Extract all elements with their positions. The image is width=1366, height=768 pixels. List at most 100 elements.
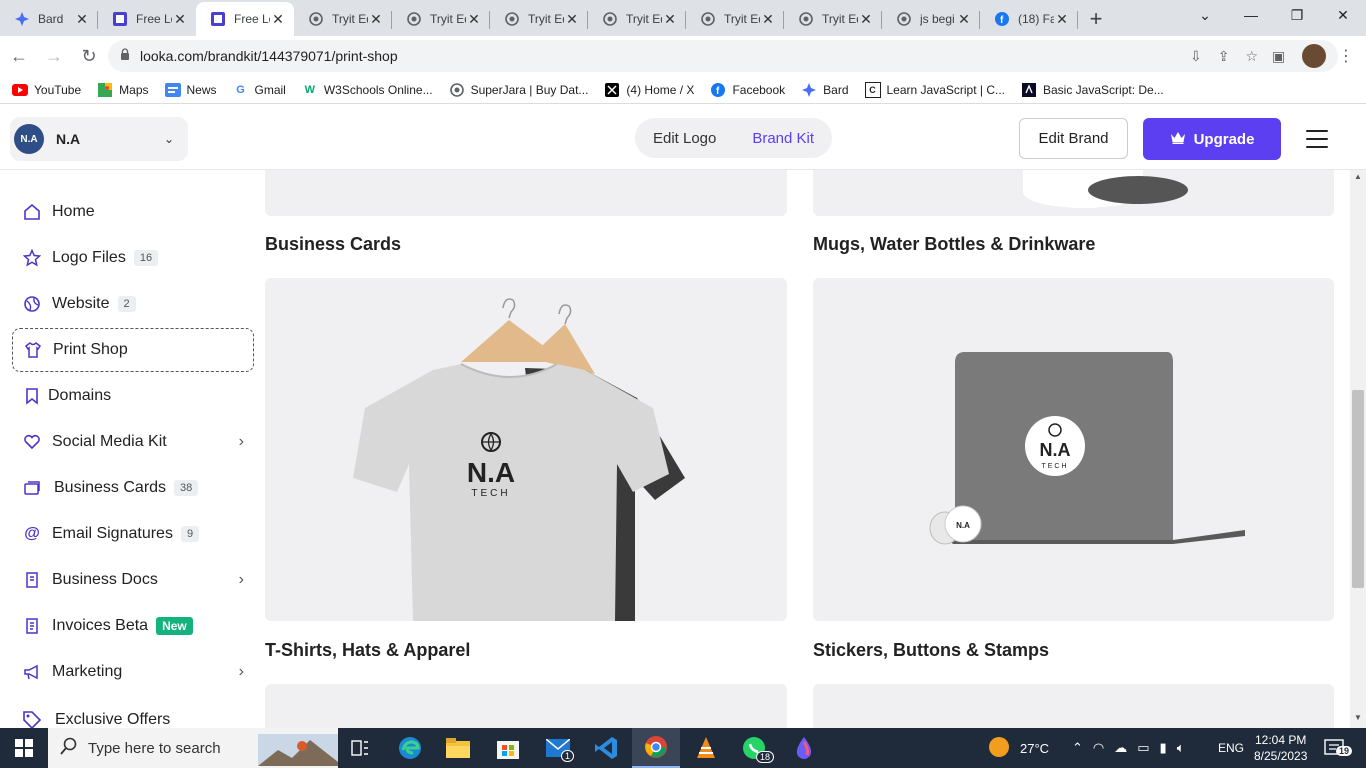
browser-tab[interactable]: Tryit Ed ✕ [392,2,490,36]
weather-widget[interactable]: 27°C [988,728,1049,768]
sidebar-item-marketing[interactable]: Marketing › [12,650,254,694]
bookmark-bard[interactable]: Bard [801,82,849,98]
address-bar[interactable]: looka.com/brandkit/144379071/print-shop … [108,40,1338,72]
close-tab-icon[interactable]: ✕ [172,11,188,28]
sidebar-item-logo-files[interactable]: Logo Files 16 [12,236,254,280]
taskbar-search-input[interactable]: Type here to search [48,728,338,768]
product-card-mugs[interactable] [813,170,1334,216]
sidebar-item-invoices[interactable]: Invoices Beta New [12,604,254,648]
input-language[interactable]: ENG [1218,728,1244,768]
product-card-apparel[interactable]: N.A TECH [265,278,787,621]
wifi-icon[interactable]: ◠ [1093,740,1104,756]
volume-icon[interactable]: 🔈︎ [1177,740,1185,756]
file-explorer-icon[interactable] [434,728,482,768]
hamburger-menu-icon[interactable] [1306,130,1328,148]
close-tab-icon[interactable]: ✕ [270,11,286,28]
menu-icon[interactable]: ⋮ [1338,46,1354,66]
sidebar-item-domains[interactable]: Domains [12,374,254,418]
chevron-up-icon[interactable]: ⌃ [1072,740,1083,756]
back-button[interactable]: ← [3,40,35,72]
close-tab-icon[interactable]: ✕ [466,11,482,28]
network-icon[interactable]: ▭ [1137,740,1149,756]
product-card-business-cards[interactable] [265,170,787,216]
bookmark-youtube[interactable]: YouTube [12,82,81,98]
new-tab-button[interactable]: + [1078,2,1114,36]
brand-selector[interactable]: N.A N.A ⌄ [10,117,188,161]
forward-button[interactable]: → [38,40,70,72]
product-title-stickers[interactable]: Stickers, Buttons & Stamps [813,640,1049,661]
browser-tab[interactable]: Tryit Ed ✕ [784,2,882,36]
browser-tab[interactable]: Tryit Ed ✕ [294,2,392,36]
close-tab-icon[interactable]: ✕ [662,11,678,28]
browser-tab[interactable]: f (18) Fa ✕ [980,2,1078,36]
upgrade-button[interactable]: Upgrade [1143,118,1281,160]
browser-tab-active[interactable]: Free Lo ✕ [196,2,294,36]
install-icon[interactable]: ⇩ [1190,48,1202,65]
browser-tab[interactable]: Tryit Ed ✕ [490,2,588,36]
sidebar-item-business-docs[interactable]: Business Docs › [12,558,254,602]
sidebar-item-social-media-kit[interactable]: Social Media Kit › [12,420,254,464]
edit-brand-button[interactable]: Edit Brand [1019,118,1128,159]
browser-tab[interactable]: Free Lo ✕ [98,2,196,36]
sidebar-item-print-shop[interactable]: Print Shop [12,328,254,372]
whatsapp-icon[interactable]: 18 [730,728,778,768]
cloud-icon[interactable]: ☁ [1114,740,1127,756]
close-tab-icon[interactable]: ✕ [368,11,384,28]
reload-button[interactable]: ↻ [73,40,105,72]
clock[interactable]: 12:04 PM 8/25/2023 [1254,728,1307,768]
browser-tab[interactable]: Bard ✕ [0,2,98,36]
bookmark-star-icon[interactable]: ☆ [1245,48,1258,65]
browser-tab[interactable]: Tryit Ed ✕ [686,2,784,36]
close-window-button[interactable]: ✕ [1320,0,1366,30]
tab-brand-kit[interactable]: Brand Kit [752,130,814,147]
share-icon[interactable]: ⇪ [1218,48,1230,65]
close-tab-icon[interactable]: ✕ [956,11,972,28]
product-title-mugs[interactable]: Mugs, Water Bottles & Drinkware [813,234,1095,255]
close-tab-icon[interactable]: ✕ [760,11,776,28]
bookmark-codecademy[interactable]: C Learn JavaScript | C... [864,81,1005,98]
scrollbar-thumb[interactable] [1352,390,1364,588]
chrome-icon[interactable] [632,728,680,768]
close-tab-icon[interactable]: ✕ [858,11,874,28]
sidebar-item-exclusive-offers[interactable]: Exclusive Offers [12,698,254,728]
bookmark-x[interactable]: (4) Home / X [604,82,694,98]
sidebar-item-home[interactable]: Home [12,190,254,234]
close-tab-icon[interactable]: ✕ [1054,11,1070,28]
bookmark-facebook[interactable]: f Facebook [710,82,785,98]
edge-icon[interactable] [386,728,434,768]
vscode-icon[interactable] [582,728,630,768]
close-tab-icon[interactable]: ✕ [564,11,580,28]
browser-tab[interactable]: js begi ✕ [882,2,980,36]
scroll-down-icon[interactable]: ▼ [1350,713,1366,727]
product-title-business-cards[interactable]: Business Cards [265,234,401,255]
side-panel-icon[interactable]: ▣ [1272,48,1285,65]
tab-search-button[interactable]: ⌄ [1182,0,1228,30]
task-view-icon[interactable] [336,728,384,768]
sidebar-item-business-cards[interactable]: Business Cards 38 [12,466,254,510]
bookmark-freecodecamp[interactable]: Basic JavaScript: De... [1021,82,1164,98]
store-icon[interactable] [484,728,532,768]
browser-tab[interactable]: Tryit Ed ✕ [588,2,686,36]
bookmark-superjara[interactable]: SuperJara | Buy Dat... [449,82,588,98]
scroll-up-icon[interactable]: ▲ [1350,172,1366,186]
close-tab-icon[interactable]: ✕ [74,11,90,28]
profile-avatar[interactable] [1302,44,1326,68]
notifications-icon[interactable]: 19 [1324,728,1353,768]
bookmark-gmail[interactable]: G Gmail [233,82,286,98]
product-card-next-left[interactable] [265,684,787,728]
paint-drop-icon[interactable] [780,728,828,768]
tab-edit-logo[interactable]: Edit Logo [653,130,716,147]
sidebar-item-website[interactable]: Website 2 [12,282,254,326]
product-card-stickers[interactable]: N.A TECH N.A [813,278,1334,621]
product-title-apparel[interactable]: T-Shirts, Hats & Apparel [265,640,470,661]
mail-icon[interactable]: 1 [534,728,582,768]
bookmark-news[interactable]: News [164,82,217,98]
bookmark-w3schools[interactable]: W W3Schools Online... [302,82,433,98]
restore-button[interactable]: ❐ [1274,0,1320,30]
vlc-icon[interactable] [682,728,730,768]
minimize-button[interactable]: — [1228,0,1274,30]
windows-start-icon[interactable] [0,728,48,768]
product-card-next-right[interactable] [813,684,1334,728]
bookmark-maps[interactable]: Maps [97,82,149,98]
sidebar-item-email-signatures[interactable]: @ Email Signatures 9 [12,512,254,556]
